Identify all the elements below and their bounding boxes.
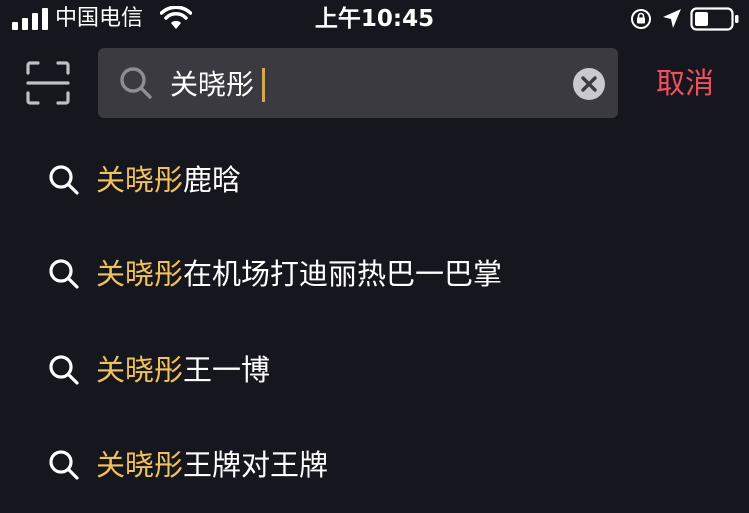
rotation-lock-icon [631, 9, 651, 29]
suggestion-item[interactable]: 关晓彤在机场打迪丽热巴一巴掌 [0, 228, 749, 322]
cancel-button[interactable]: 取消 [640, 58, 730, 108]
suggestion-highlight: 关晓彤 [96, 353, 184, 387]
suggestion-label: 关晓彤在机场打迪丽热巴一巴掌 [96, 252, 502, 296]
suggestion-rest: 在机场打迪丽热巴一巴掌 [183, 257, 503, 291]
suggestion-item[interactable]: 关晓彤鹿晗 [0, 134, 749, 228]
battery-icon [690, 7, 739, 31]
suggestion-rest: 王牌对王牌 [183, 448, 329, 482]
suggestion-rest: 鹿晗 [183, 163, 242, 197]
suggestion-item[interactable]: 关晓彤王一博 [0, 324, 749, 418]
search-icon [49, 450, 79, 480]
search-icon [120, 67, 152, 99]
search-box[interactable] [98, 48, 618, 118]
suggestion-label: 关晓彤王一博 [96, 348, 270, 392]
scan-icon[interactable] [26, 61, 70, 105]
suggestion-label: 关晓彤王牌对王牌 [96, 443, 328, 487]
suggestion-rest: 王一博 [183, 353, 271, 387]
text-cursor [262, 68, 265, 102]
search-icon [49, 355, 79, 385]
location-icon [663, 9, 681, 28]
suggestion-label: 关晓彤鹿晗 [96, 158, 241, 202]
status-bar: 中国电信 上午10:45 [0, 0, 749, 40]
clear-icon[interactable] [572, 67, 606, 101]
search-input[interactable] [170, 58, 530, 108]
search-icon [49, 165, 79, 195]
suggestion-highlight: 关晓彤 [96, 448, 184, 482]
suggestion-highlight: 关晓彤 [96, 257, 184, 291]
suggestion-highlight: 关晓彤 [96, 163, 184, 197]
search-icon [49, 259, 79, 289]
suggestion-item[interactable]: 关晓彤王牌对王牌 [0, 419, 749, 513]
